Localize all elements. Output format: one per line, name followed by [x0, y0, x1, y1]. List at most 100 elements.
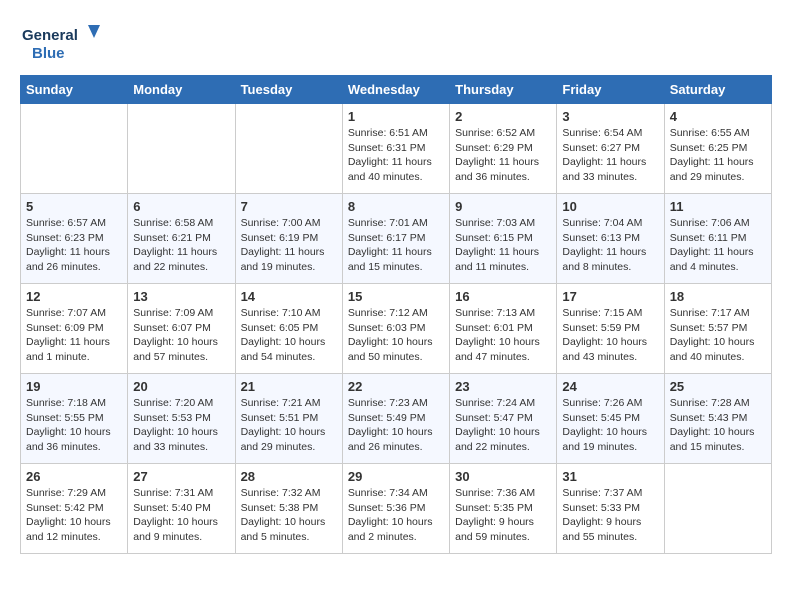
col-header-thursday: Thursday: [450, 76, 557, 104]
day-cell: 3 Sunrise: 6:54 AM Sunset: 6:27 PM Daylig…: [557, 104, 664, 194]
day-cell: 25 Sunrise: 7:28 AM Sunset: 5:43 PM Dayli…: [664, 374, 771, 464]
day-info: Sunrise: 7:24 AM Sunset: 5:47 PM Dayligh…: [455, 396, 551, 455]
svg-text:General: General: [22, 27, 78, 44]
calendar-table: SundayMondayTuesdayWednesdayThursdayFrid…: [20, 75, 772, 554]
header-row: SundayMondayTuesdayWednesdayThursdayFrid…: [21, 76, 772, 104]
day-cell: 23 Sunrise: 7:24 AM Sunset: 5:47 PM Dayli…: [450, 374, 557, 464]
day-info: Sunrise: 7:07 AM Sunset: 6:09 PM Dayligh…: [26, 306, 122, 365]
day-info: Sunrise: 7:37 AM Sunset: 5:33 PM Dayligh…: [562, 486, 658, 545]
day-number: 22: [348, 379, 444, 394]
day-number: 5: [26, 199, 122, 214]
day-info: Sunrise: 7:23 AM Sunset: 5:49 PM Dayligh…: [348, 396, 444, 455]
day-cell: 7 Sunrise: 7:00 AM Sunset: 6:19 PM Daylig…: [235, 194, 342, 284]
day-info: Sunrise: 6:54 AM Sunset: 6:27 PM Dayligh…: [562, 126, 658, 185]
day-number: 8: [348, 199, 444, 214]
day-number: 19: [26, 379, 122, 394]
day-info: Sunrise: 7:04 AM Sunset: 6:13 PM Dayligh…: [562, 216, 658, 275]
day-cell: 9Sunrise: 7:03 AM Sunset: 6:15 PM Daylig…: [450, 194, 557, 284]
day-info: Sunrise: 7:32 AM Sunset: 5:38 PM Dayligh…: [241, 486, 337, 545]
day-cell: 30 Sunrise: 7:36 AM Sunset: 5:35 PM Dayli…: [450, 464, 557, 554]
col-header-saturday: Saturday: [664, 76, 771, 104]
day-cell: 27 Sunrise: 7:31 AM Sunset: 5:40 PM Dayli…: [128, 464, 235, 554]
day-info: Sunrise: 7:00 AM Sunset: 6:19 PM Dayligh…: [241, 216, 337, 275]
day-cell: [128, 104, 235, 194]
day-cell: 26Sunrise: 7:29 AM Sunset: 5:42 PM Dayli…: [21, 464, 128, 554]
week-row-2: 5 Sunrise: 6:57 AM Sunset: 6:23 PM Daylig…: [21, 194, 772, 284]
day-number: 6: [133, 199, 229, 214]
col-header-wednesday: Wednesday: [342, 76, 449, 104]
day-cell: 1Sunrise: 6:51 AM Sunset: 6:31 PM Daylig…: [342, 104, 449, 194]
day-number: 20: [133, 379, 229, 394]
day-cell: 21 Sunrise: 7:21 AM Sunset: 5:51 PM Dayli…: [235, 374, 342, 464]
day-number: 24: [562, 379, 658, 394]
day-number: 25: [670, 379, 766, 394]
col-header-monday: Monday: [128, 76, 235, 104]
day-number: 15: [348, 289, 444, 304]
day-cell: 18 Sunrise: 7:17 AM Sunset: 5:57 PM Dayli…: [664, 284, 771, 374]
svg-text:Blue: Blue: [32, 45, 65, 62]
logo-svg: General Blue: [20, 20, 100, 65]
day-number: 28: [241, 469, 337, 484]
day-cell: 19Sunrise: 7:18 AM Sunset: 5:55 PM Dayli…: [21, 374, 128, 464]
day-number: 27: [133, 469, 229, 484]
col-header-tuesday: Tuesday: [235, 76, 342, 104]
day-number: 21: [241, 379, 337, 394]
day-number: 14: [241, 289, 337, 304]
day-cell: 17 Sunrise: 7:15 AM Sunset: 5:59 PM Dayli…: [557, 284, 664, 374]
week-row-4: 19Sunrise: 7:18 AM Sunset: 5:55 PM Dayli…: [21, 374, 772, 464]
day-info: Sunrise: 6:58 AM Sunset: 6:21 PM Dayligh…: [133, 216, 229, 275]
day-info: Sunrise: 7:03 AM Sunset: 6:15 PM Dayligh…: [455, 216, 551, 275]
day-number: 31: [562, 469, 658, 484]
day-info: Sunrise: 7:10 AM Sunset: 6:05 PM Dayligh…: [241, 306, 337, 365]
day-number: 30: [455, 469, 551, 484]
day-info: Sunrise: 6:55 AM Sunset: 6:25 PM Dayligh…: [670, 126, 766, 185]
day-cell: 12 Sunrise: 7:07 AM Sunset: 6:09 PM Dayli…: [21, 284, 128, 374]
day-info: Sunrise: 7:17 AM Sunset: 5:57 PM Dayligh…: [670, 306, 766, 365]
day-number: 16: [455, 289, 551, 304]
day-cell: 16 Sunrise: 7:13 AM Sunset: 6:01 PM Dayli…: [450, 284, 557, 374]
day-number: 2: [455, 109, 551, 124]
day-cell: 15 Sunrise: 7:12 AM Sunset: 6:03 PM Dayli…: [342, 284, 449, 374]
day-cell: 14 Sunrise: 7:10 AM Sunset: 6:05 PM Dayli…: [235, 284, 342, 374]
logo: General Blue: [20, 20, 100, 65]
day-cell: 8 Sunrise: 7:01 AM Sunset: 6:17 PM Daylig…: [342, 194, 449, 284]
day-info: Sunrise: 7:12 AM Sunset: 6:03 PM Dayligh…: [348, 306, 444, 365]
day-cell: 13Sunrise: 7:09 AM Sunset: 6:07 PM Dayli…: [128, 284, 235, 374]
day-cell: [21, 104, 128, 194]
day-cell: 5 Sunrise: 6:57 AM Sunset: 6:23 PM Daylig…: [21, 194, 128, 284]
day-info: Sunrise: 7:21 AM Sunset: 5:51 PM Dayligh…: [241, 396, 337, 455]
day-info: Sunrise: 7:15 AM Sunset: 5:59 PM Dayligh…: [562, 306, 658, 365]
day-cell: 31 Sunrise: 7:37 AM Sunset: 5:33 PM Dayli…: [557, 464, 664, 554]
day-number: 10: [562, 199, 658, 214]
day-info: Sunrise: 7:01 AM Sunset: 6:17 PM Dayligh…: [348, 216, 444, 275]
day-info: Sunrise: 7:06 AM Sunset: 6:11 PM Dayligh…: [670, 216, 766, 275]
day-cell: 28 Sunrise: 7:32 AM Sunset: 5:38 PM Dayli…: [235, 464, 342, 554]
day-info: Sunrise: 6:57 AM Sunset: 6:23 PM Dayligh…: [26, 216, 122, 275]
day-number: 23: [455, 379, 551, 394]
day-info: Sunrise: 7:28 AM Sunset: 5:43 PM Dayligh…: [670, 396, 766, 455]
day-cell: 24 Sunrise: 7:26 AM Sunset: 5:45 PM Dayli…: [557, 374, 664, 464]
day-info: Sunrise: 7:09 AM Sunset: 6:07 PM Dayligh…: [133, 306, 229, 365]
day-cell: [235, 104, 342, 194]
day-info: Sunrise: 7:31 AM Sunset: 5:40 PM Dayligh…: [133, 486, 229, 545]
day-number: 4: [670, 109, 766, 124]
week-row-3: 12 Sunrise: 7:07 AM Sunset: 6:09 PM Dayli…: [21, 284, 772, 374]
day-cell: 6 Sunrise: 6:58 AM Sunset: 6:21 PM Daylig…: [128, 194, 235, 284]
day-number: 18: [670, 289, 766, 304]
day-number: 11: [670, 199, 766, 214]
day-info: Sunrise: 7:26 AM Sunset: 5:45 PM Dayligh…: [562, 396, 658, 455]
day-cell: [664, 464, 771, 554]
page-header: General Blue: [20, 20, 772, 65]
week-row-5: 26Sunrise: 7:29 AM Sunset: 5:42 PM Dayli…: [21, 464, 772, 554]
day-number: 7: [241, 199, 337, 214]
day-cell: 4 Sunrise: 6:55 AM Sunset: 6:25 PM Daylig…: [664, 104, 771, 194]
day-cell: 20Sunrise: 7:20 AM Sunset: 5:53 PM Dayli…: [128, 374, 235, 464]
day-info: Sunrise: 6:51 AM Sunset: 6:31 PM Dayligh…: [348, 126, 444, 185]
day-info: Sunrise: 7:13 AM Sunset: 6:01 PM Dayligh…: [455, 306, 551, 365]
day-number: 3: [562, 109, 658, 124]
day-number: 17: [562, 289, 658, 304]
day-info: Sunrise: 7:36 AM Sunset: 5:35 PM Dayligh…: [455, 486, 551, 545]
day-cell: 11 Sunrise: 7:06 AM Sunset: 6:11 PM Dayli…: [664, 194, 771, 284]
day-cell: 10 Sunrise: 7:04 AM Sunset: 6:13 PM Dayli…: [557, 194, 664, 284]
day-number: 12: [26, 289, 122, 304]
